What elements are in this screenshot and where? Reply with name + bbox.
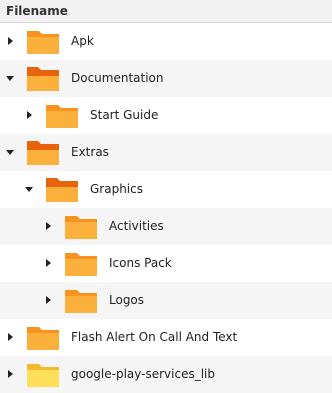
- expander-collapsed-icon[interactable]: [5, 369, 15, 379]
- tree-row-label: Extras: [71, 145, 109, 159]
- tree-row-label: Activities: [109, 219, 164, 233]
- tree-row-apk[interactable]: Apk: [0, 23, 332, 60]
- expander-collapsed-icon[interactable]: [43, 258, 53, 268]
- tree-row-google-play-services-lib[interactable]: google-play-services_lib: [0, 356, 332, 393]
- expander-collapsed-icon[interactable]: [5, 332, 15, 342]
- folder-icon: [45, 102, 79, 130]
- tree-row-documentation[interactable]: Documentation: [0, 60, 332, 97]
- tree-row-start-guide[interactable]: Start Guide: [0, 97, 332, 134]
- folder-icon: [26, 361, 60, 389]
- tree-row-label: google-play-services_lib: [71, 367, 216, 381]
- tree-row-label: Start Guide: [90, 108, 159, 122]
- folder-icon: [64, 250, 98, 278]
- tree-row-icons-pack[interactable]: Icons Pack: [0, 245, 332, 282]
- folder-icon: [26, 324, 60, 352]
- tree-row-label: Logos: [109, 293, 145, 307]
- expander-collapsed-icon[interactable]: [24, 110, 34, 120]
- expander-expanded-icon[interactable]: [5, 147, 15, 157]
- folder-open-icon: [45, 176, 79, 204]
- tree-row-activities[interactable]: Activities: [0, 208, 332, 245]
- tree-row-label: Flash Alert On Call And Text: [71, 330, 238, 344]
- folder-icon: [64, 213, 98, 241]
- tree-row-label: Graphics: [90, 182, 143, 196]
- expander-expanded-icon[interactable]: [24, 184, 34, 194]
- tree-row-graphics[interactable]: Graphics: [0, 171, 332, 208]
- expander-collapsed-icon[interactable]: [5, 36, 15, 46]
- expander-collapsed-icon[interactable]: [43, 295, 53, 305]
- file-tree: Apk Documentation Start Guide Extras Graphic…: [0, 23, 332, 393]
- folder-icon: [64, 287, 98, 315]
- tree-row-label: Icons Pack: [109, 256, 172, 270]
- expander-expanded-icon[interactable]: [5, 73, 15, 83]
- column-header-label: Filename: [6, 4, 68, 18]
- tree-row-label: Documentation: [71, 71, 164, 85]
- folder-open-icon: [26, 65, 60, 93]
- folder-icon: [26, 28, 60, 56]
- folder-open-icon: [26, 139, 60, 167]
- tree-row-label: Apk: [71, 34, 94, 48]
- expander-collapsed-icon[interactable]: [43, 221, 53, 231]
- tree-row-extras[interactable]: Extras: [0, 134, 332, 171]
- column-header-filename[interactable]: Filename: [0, 0, 332, 23]
- tree-row-flash-alert-on-call-and-text[interactable]: Flash Alert On Call And Text: [0, 319, 332, 356]
- tree-row-logos[interactable]: Logos: [0, 282, 332, 319]
